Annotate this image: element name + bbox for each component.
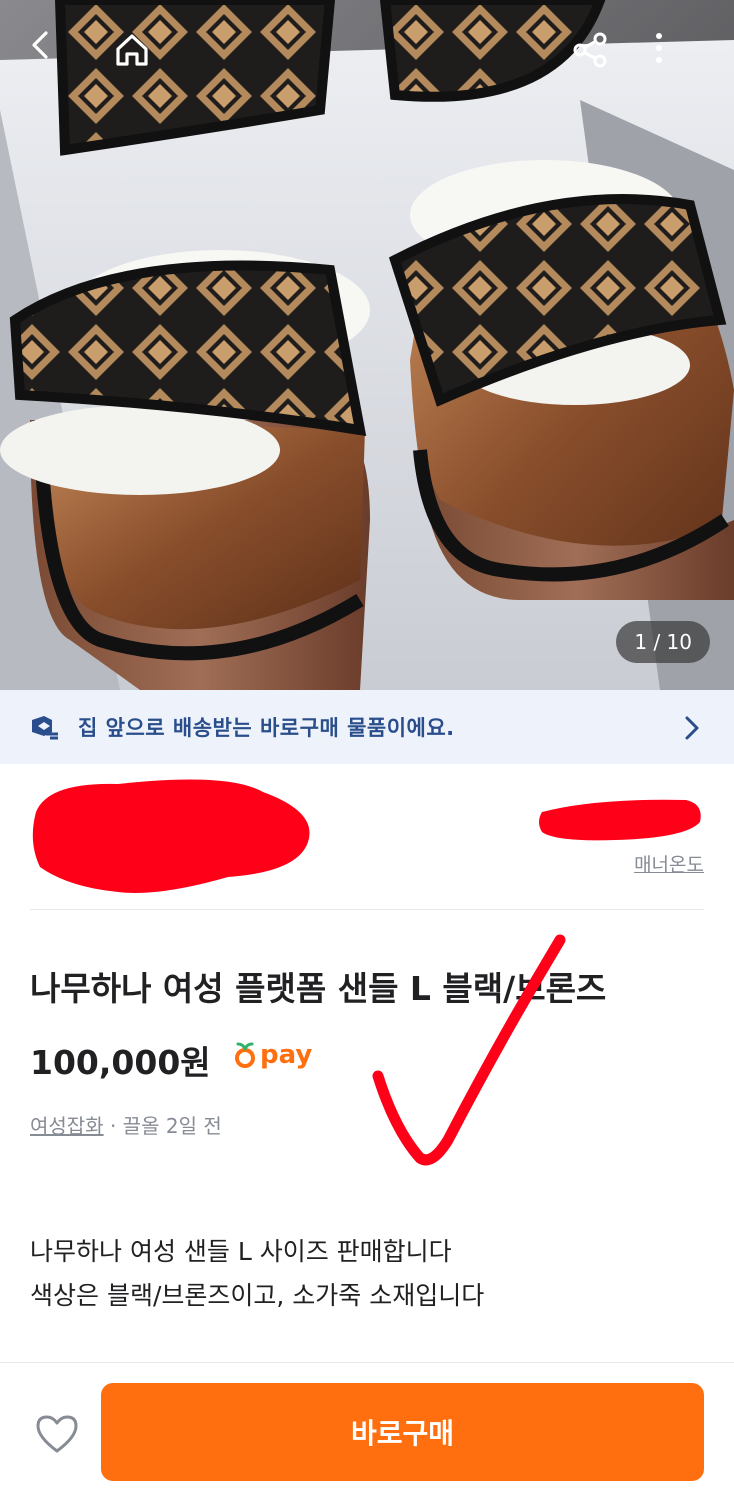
product-photo — [0, 0, 734, 690]
bottom-action-bar: 바로구매 — [0, 1362, 734, 1501]
pay-label: pay — [260, 1040, 313, 1070]
product-meta: 여성잡화 · 끌올 2일 전 — [30, 1110, 222, 1139]
heart-icon[interactable] — [32, 1409, 82, 1459]
description-line: 나무하나 여성 샌들 L 사이즈 판매합니다 — [30, 1237, 452, 1266]
divider — [30, 909, 704, 910]
description-line: 색상은 블랙/브론즈이고, 소가죽 소재입니다 — [30, 1281, 485, 1310]
bump-time: · 끌올 2일 전 — [103, 1114, 222, 1138]
delivery-icon — [30, 714, 60, 746]
category-link[interactable]: 여성잡화 — [30, 1114, 104, 1138]
carrot-icon — [235, 1042, 255, 1068]
product-image-gallery[interactable]: 1 / 10 — [0, 0, 734, 690]
product-title: 나무하나 여성 플랫폼 샌들 L 블랙/브론즈 — [30, 969, 607, 1008]
share-icon[interactable] — [570, 30, 622, 82]
redaction-mark-2 — [539, 799, 701, 841]
product-description: 나무하나 여성 샌들 L 사이즈 판매합니다 색상은 블랙/브론즈이고, 소가죽… — [30, 1230, 484, 1318]
product-price: 100,000원 — [30, 1043, 211, 1082]
chevron-right-icon[interactable] — [684, 716, 700, 744]
home-icon[interactable] — [112, 30, 164, 82]
pay-badge: pay — [234, 1040, 312, 1070]
seller-profile[interactable]: 구 매너온도 — [0, 764, 734, 909]
more-icon[interactable] — [654, 30, 706, 82]
buy-now-button[interactable]: 바로구매 — [101, 1383, 704, 1481]
redaction-mark — [32, 779, 310, 893]
banner-text: 집 앞으로 배송받는 바로구매 물품이에요. — [78, 716, 455, 740]
manner-temperature-link[interactable]: 매너온도 — [634, 850, 704, 877]
direct-buy-banner[interactable]: 집 앞으로 배송받는 바로구매 물품이에요. — [0, 690, 734, 764]
back-icon[interactable] — [26, 30, 78, 82]
image-counter: 1 / 10 — [616, 621, 710, 663]
